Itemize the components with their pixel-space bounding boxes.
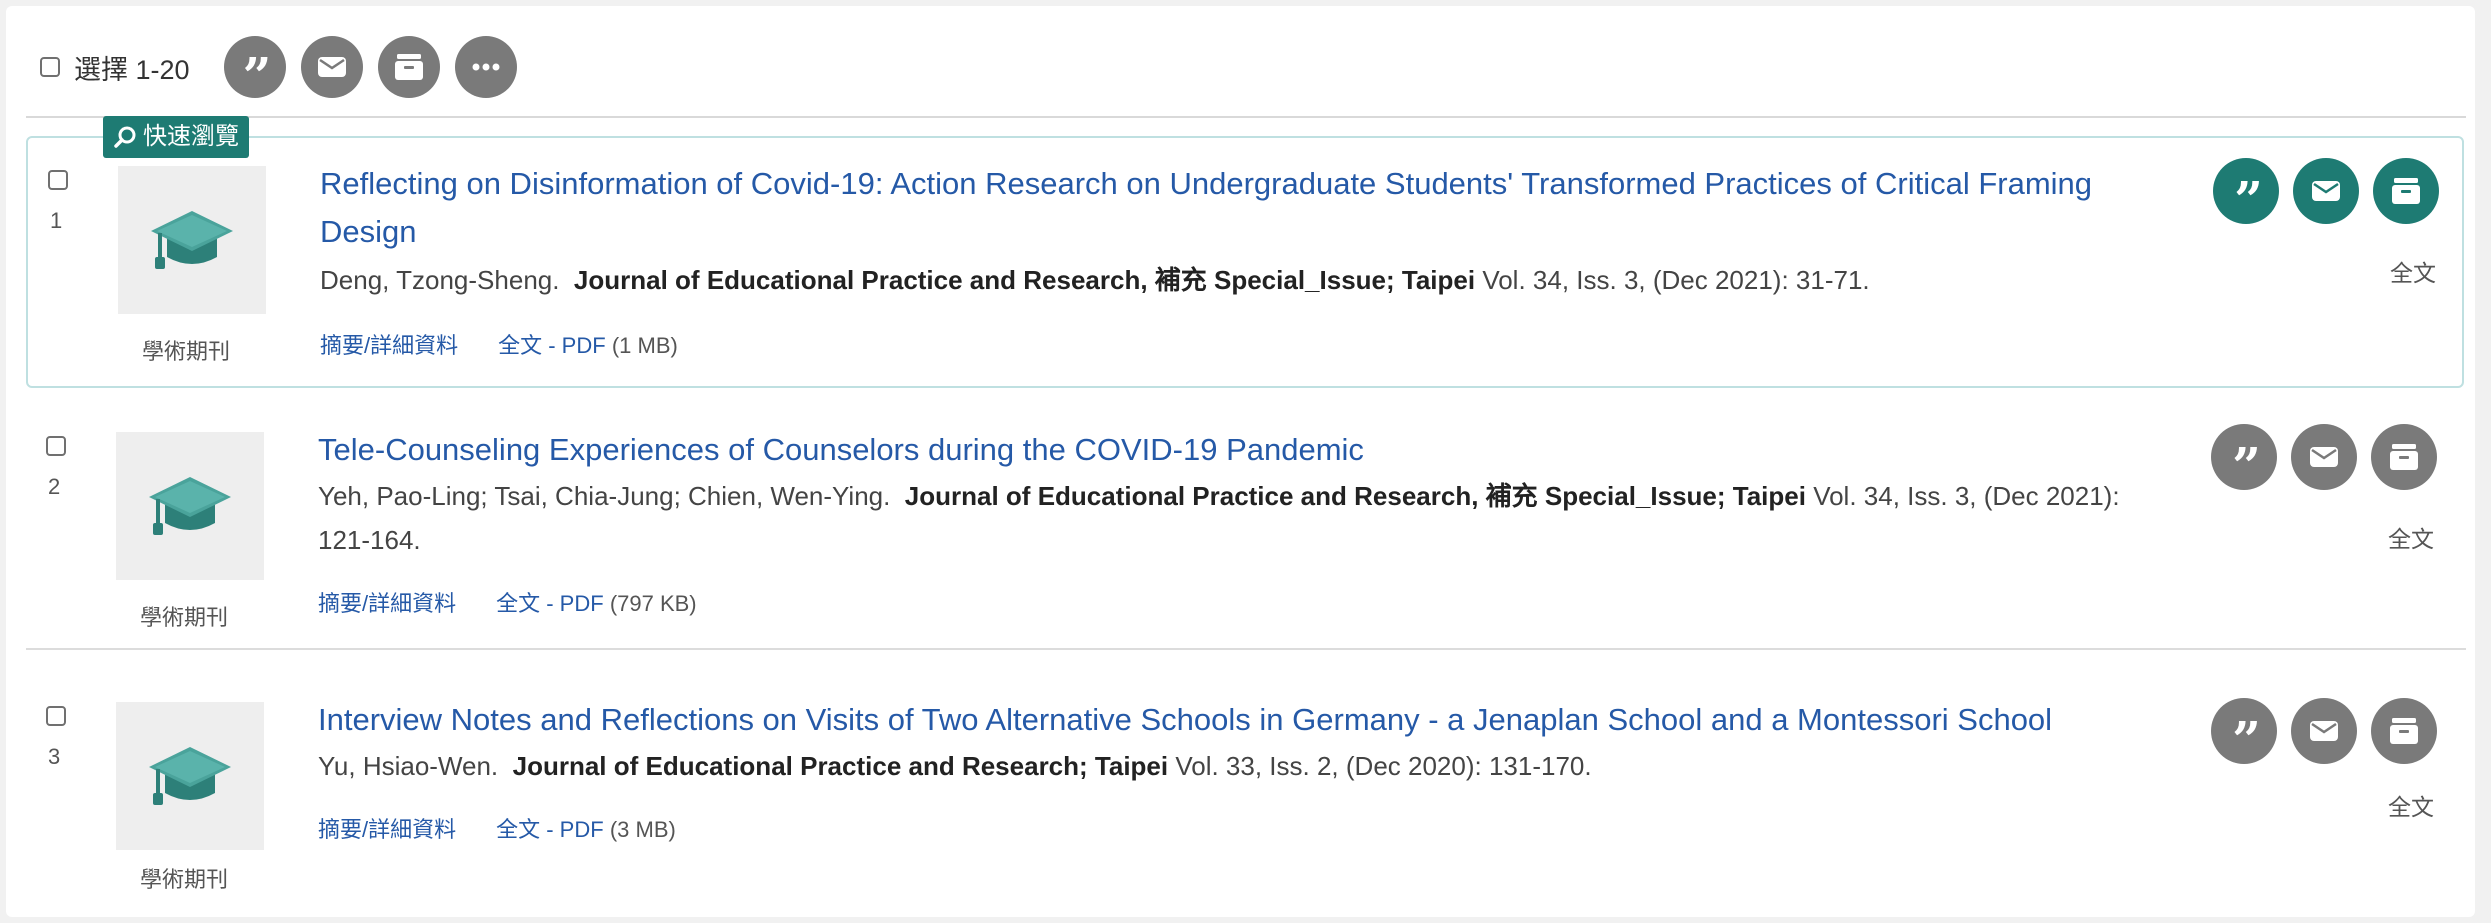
results-panel: 選擇 1-20 ” 1 學術期刊 Reflecting on Disinform… xyxy=(6,6,2475,917)
result-actions: ” xyxy=(2211,424,2437,495)
result-links: 摘要/詳細資料 全文 - PDF (1 MB) xyxy=(320,328,678,360)
fulltext-label: 全文 xyxy=(2388,526,2434,552)
result-number: 3 xyxy=(48,744,61,769)
fulltext-pdf-link[interactable]: 全文 - PDF xyxy=(496,817,604,842)
email-button[interactable] xyxy=(2291,698,2357,764)
file-size: (1 MB) xyxy=(611,333,678,358)
row-divider xyxy=(26,648,2466,650)
email-button[interactable] xyxy=(2291,424,2357,490)
toolbar-divider xyxy=(26,116,2466,118)
result-actions: ” xyxy=(2211,698,2437,769)
cite-button[interactable]: ” xyxy=(223,36,286,105)
quote-icon: ” xyxy=(2234,170,2263,229)
result-links: 摘要/詳細資料 全文 - PDF (3 MB) xyxy=(318,812,676,844)
save-button[interactable] xyxy=(2371,698,2437,764)
abstract-link[interactable]: 摘要/詳細資料 xyxy=(320,328,458,360)
result-title-link[interactable]: Reflecting on Disinformation of Covid-19… xyxy=(320,160,2220,256)
title-line: Tele-Counseling Experiences of Counselor… xyxy=(318,432,1364,467)
issue-details: Vol. 34, Iss. 3, (Dec 2021): 31-71. xyxy=(1482,265,1870,295)
authors: Yeh, Pao-Ling; Tsai, Chia-Jung; Chien, W… xyxy=(318,481,891,511)
authors: Deng, Tzong-Sheng. xyxy=(320,265,560,295)
graduation-cap-icon xyxy=(151,211,233,269)
document-type-label: 學術期刊 xyxy=(140,867,229,892)
result-thumbnail[interactable] xyxy=(116,432,264,580)
result-actions: ” xyxy=(2213,158,2439,229)
email-icon xyxy=(2310,447,2338,467)
email-button[interactable] xyxy=(300,36,363,98)
email-icon xyxy=(2312,181,2340,201)
email-icon xyxy=(317,57,346,77)
fulltext-label: 全文 xyxy=(2388,794,2434,820)
select-range-label: 選擇 1-20 xyxy=(74,54,190,85)
quote-icon: ” xyxy=(2232,436,2261,495)
quote-icon: ” xyxy=(2232,710,2261,769)
document-type-label: 學術期刊 xyxy=(140,605,229,630)
save-button[interactable] xyxy=(2373,158,2439,224)
email-button[interactable] xyxy=(2293,158,2359,224)
result-thumbnail[interactable] xyxy=(118,166,266,314)
result-item: 2 學術期刊 Tele-Counseling Experiences of Co… xyxy=(26,404,2464,656)
quick-view-label: 快速瀏覽 xyxy=(143,123,239,150)
file-size: (3 MB) xyxy=(609,817,676,842)
journal-name: Journal of Educational Practice and Rese… xyxy=(573,265,1476,295)
result-title-link[interactable]: Interview Notes and Reflections on Visit… xyxy=(318,696,2218,744)
citation: Yeh, Pao-Ling; Tsai, Chia-Jung; Chien, W… xyxy=(318,474,2218,562)
journal-name: Journal of Educational Practice and Rese… xyxy=(512,751,1169,781)
result-number: 2 xyxy=(48,474,61,499)
result-item: 1 學術期刊 Reflecting on Disinformation of C… xyxy=(26,136,2464,388)
citation: Deng, Tzong-Sheng. Journal of Educationa… xyxy=(320,258,2220,302)
save-button[interactable] xyxy=(377,36,440,98)
quick-view-button[interactable]: 快速瀏覽 xyxy=(103,116,249,158)
authors: Yu, Hsiao-Wen. xyxy=(318,751,499,781)
issue-details: Vol. 34, Iss. 3, (Dec 2021): xyxy=(1813,481,2120,511)
abstract-link[interactable]: 摘要/詳細資料 xyxy=(318,586,456,618)
file-size: (797 KB) xyxy=(609,591,697,616)
fulltext-label: 全文 xyxy=(2390,260,2436,286)
result-thumbnail[interactable] xyxy=(116,702,264,850)
more-icon xyxy=(472,63,500,71)
abstract-link[interactable]: 摘要/詳細資料 xyxy=(318,812,456,844)
save-button[interactable] xyxy=(2371,424,2437,490)
email-icon xyxy=(2310,721,2338,741)
document-type-label: 學術期刊 xyxy=(142,339,231,364)
results-toolbar: 選擇 1-20 ” xyxy=(40,36,532,105)
citation: Yu, Hsiao-Wen. Journal of Educational Pr… xyxy=(318,744,2218,788)
quote-icon: ” xyxy=(242,46,272,105)
graduation-cap-icon xyxy=(149,477,231,535)
cite-button[interactable]: ” xyxy=(2213,158,2279,229)
cite-button[interactable]: ” xyxy=(2211,698,2277,769)
result-checkbox[interactable] xyxy=(46,436,66,456)
issue-details: Vol. 33, Iss. 2, (Dec 2020): 131-170. xyxy=(1175,751,1592,781)
save-icon xyxy=(394,54,423,80)
title-line: Reflecting on Disinformation of Covid-19… xyxy=(320,166,2093,201)
result-title-link[interactable]: Tele-Counseling Experiences of Counselor… xyxy=(318,426,2218,474)
title-line: Interview Notes and Reflections on Visit… xyxy=(318,702,2053,737)
issue-pages: 121-164. xyxy=(318,525,421,555)
more-options-button[interactable] xyxy=(454,36,517,98)
result-checkbox[interactable] xyxy=(46,706,66,726)
result-checkbox[interactable] xyxy=(48,170,68,190)
result-number: 1 xyxy=(50,208,63,233)
journal-name: Journal of Educational Practice and Rese… xyxy=(904,481,1806,511)
save-icon xyxy=(2390,444,2418,470)
result-item: 3 學術期刊 Interview Notes and Reflections o… xyxy=(26,674,2464,923)
save-icon xyxy=(2390,718,2418,744)
result-links: 摘要/詳細資料 全文 - PDF (797 KB) xyxy=(318,586,697,618)
graduation-cap-icon xyxy=(149,747,231,805)
select-all-checkbox[interactable] xyxy=(40,57,60,77)
zoom-icon xyxy=(114,126,136,148)
cite-button[interactable]: ” xyxy=(2211,424,2277,495)
save-icon xyxy=(2392,178,2420,204)
fulltext-pdf-link[interactable]: 全文 - PDF xyxy=(496,591,604,616)
fulltext-pdf-link[interactable]: 全文 - PDF xyxy=(498,333,606,358)
title-line: Design xyxy=(320,214,417,249)
